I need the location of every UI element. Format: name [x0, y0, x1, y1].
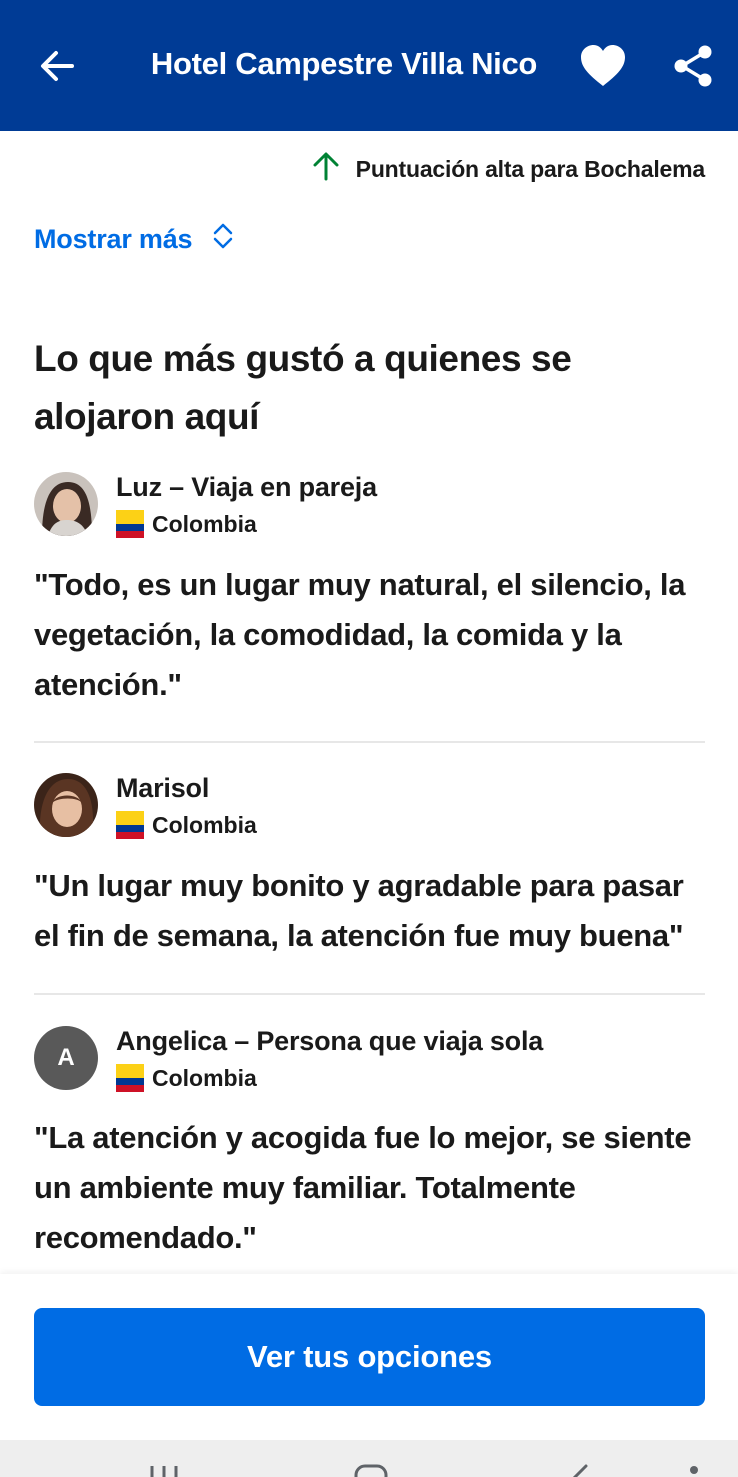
divider [34, 993, 705, 995]
section-title: Lo que más gustó a quienes se alojaron a… [34, 338, 572, 437]
country-name: Colombia [152, 510, 257, 537]
avatar-letter: A [34, 1026, 98, 1090]
app-bar: Hotel Campestre Villa Nico [0, 0, 738, 131]
avatar [34, 472, 98, 536]
show-more-label: Mostrar más [34, 224, 193, 254]
back-arrow-icon[interactable] [36, 44, 80, 88]
review-quote: "Un lugar muy bonito y agradable para pa… [34, 868, 684, 953]
reviewer-name: Angelica – Persona que viaja sola [116, 1026, 544, 1056]
heart-icon[interactable] [578, 44, 628, 88]
reviewer-name: Luz – Viaja en pareja [116, 472, 377, 502]
back-icon[interactable] [570, 1464, 590, 1477]
share-icon[interactable] [670, 44, 716, 88]
reviewer-country: Colombia [116, 811, 257, 839]
colombia-flag-icon [116, 811, 144, 839]
accessibility-icon[interactable] [684, 1464, 704, 1477]
country-name: Colombia [152, 811, 257, 838]
avatar [34, 773, 98, 837]
reviewer-country: Colombia [116, 510, 257, 538]
score-highlight-text: Puntuación alta para Bochalema [355, 155, 706, 182]
country-name: Colombia [152, 1064, 257, 1091]
score-highlight: Puntuación alta para Bochalema [312, 152, 705, 186]
page-title: Hotel Campestre Villa Nico [150, 46, 538, 81]
colombia-flag-icon [116, 510, 144, 538]
review-quote: "Todo, es un lugar muy natural, el silen… [34, 567, 686, 702]
home-icon[interactable] [354, 1464, 388, 1477]
bottom-action-bar: Ver tus opciones [0, 1274, 738, 1440]
avatar: A [34, 1026, 98, 1090]
show-more-link[interactable]: Mostrar más [34, 222, 234, 257]
divider [34, 741, 705, 743]
reviewer-country: Colombia [116, 1064, 257, 1092]
review-quote: "La atención y acogida fue lo mejor, se … [34, 1120, 692, 1255]
colombia-flag-icon [116, 1064, 144, 1092]
reviewer-name: Marisol [116, 773, 210, 803]
arrow-up-icon [312, 151, 340, 187]
recent-apps-icon[interactable] [148, 1464, 180, 1477]
chevron-up-down-icon [212, 222, 234, 257]
system-navigation-bar [0, 1440, 738, 1477]
see-options-button[interactable]: Ver tus opciones [34, 1308, 705, 1406]
